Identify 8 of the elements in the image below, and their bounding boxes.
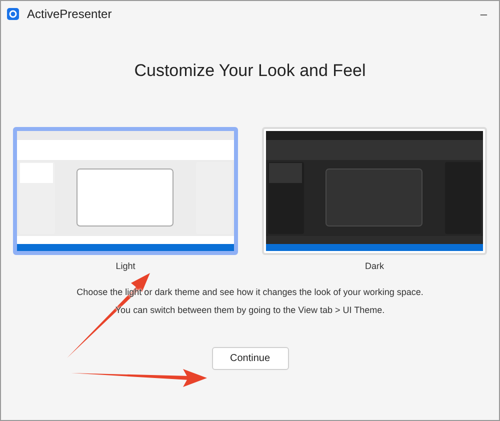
continue-button[interactable]: Continue (212, 347, 288, 370)
theme-label: Dark (364, 261, 384, 271)
theme-label: Light (116, 261, 136, 271)
description-text: You can switch between them by going to the View tab > UI Theme. (115, 305, 385, 315)
page-heading: Customize Your Look and Feel (133, 61, 367, 81)
app-logo-icon (7, 8, 19, 20)
window-title: ActivePresenter (27, 7, 113, 21)
minimize-button[interactable]: – (476, 7, 491, 21)
